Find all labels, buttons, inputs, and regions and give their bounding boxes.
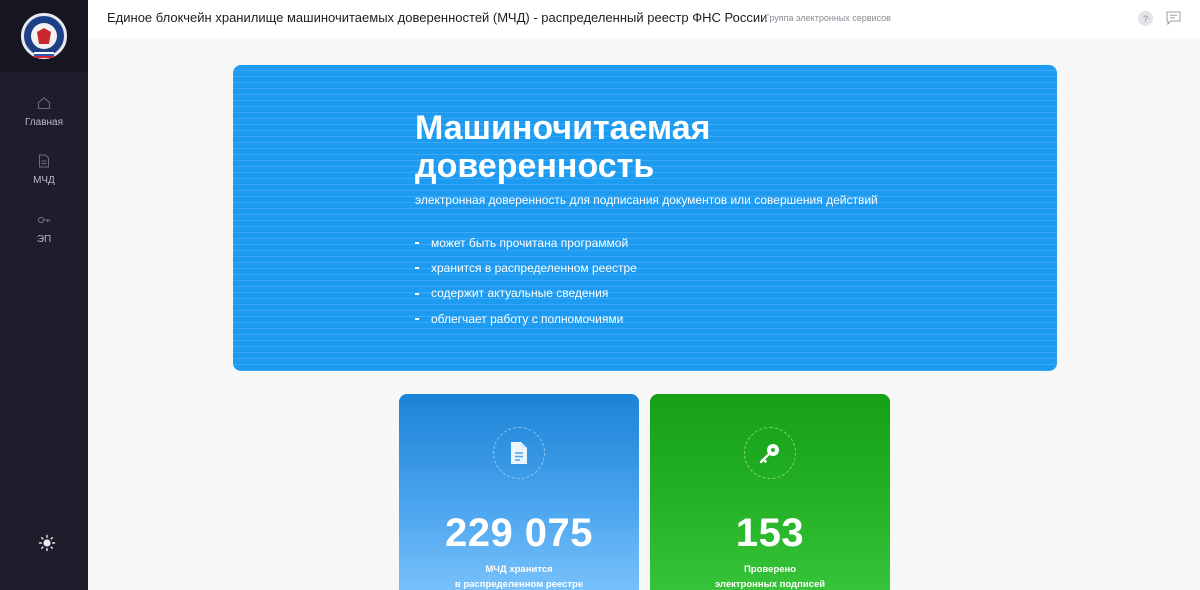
- bullet-icon: [415, 318, 419, 321]
- icon-ring: [744, 427, 796, 479]
- header: Единое блокчейн хранилище машиночитаемых…: [88, 0, 1200, 38]
- signatures-count-value: 153: [735, 511, 805, 555]
- sun-icon[interactable]: [38, 534, 56, 552]
- banner-subtitle: электронная доверенность для подписания …: [415, 193, 878, 207]
- mchd-count-value: 229 075: [444, 511, 594, 555]
- caption-line: в распределенном реестре: [454, 579, 584, 590]
- banner-features-list: может быть прочитана программой хранится…: [415, 230, 637, 331]
- list-item: облегчает работу с полномочиями: [415, 306, 637, 331]
- list-item: может быть прочитана программой: [415, 230, 637, 255]
- list-item: содержит актуальные сведения: [415, 281, 637, 306]
- caption-line: МЧД хранится: [485, 564, 553, 575]
- key-icon: [37, 216, 51, 224]
- bullet-icon: [415, 267, 419, 270]
- signatures-count-card[interactable]: 153 Проверено электронных подписей: [650, 394, 890, 590]
- document-icon: [511, 442, 527, 464]
- logo[interactable]: [0, 0, 88, 72]
- list-item: хранится в распределенном реестре: [415, 255, 637, 280]
- list-item-text: облегчает работу с полномочиями: [431, 311, 624, 326]
- list-item-text: содержит актуальные сведения: [431, 286, 609, 301]
- signatures-count-caption: Проверено электронных подписей: [650, 562, 890, 590]
- hero-banner: Машиночитаемая доверенность электронная …: [233, 65, 1057, 371]
- sidebar-item-home[interactable]: Главная: [0, 96, 88, 146]
- banner-title: Машиночитаемая доверенность: [415, 109, 711, 185]
- sidebar: Главная МЧД ЭП: [0, 0, 88, 590]
- caption-line: электронных подписей: [714, 579, 826, 590]
- sidebar-item-label: МЧД: [33, 175, 55, 186]
- help-icon[interactable]: ?: [1138, 11, 1153, 26]
- feedback-icon[interactable]: [1166, 11, 1181, 25]
- home-icon: [37, 97, 51, 110]
- sidebar-item-ep[interactable]: ЭП: [0, 213, 88, 263]
- sidebar-item-mchd[interactable]: МЧД: [0, 154, 88, 204]
- page-title: Единое блокчейн хранилище машиночитаемых…: [107, 10, 768, 25]
- list-item-text: может быть прочитана программой: [431, 235, 629, 250]
- mchd-count-card[interactable]: 229 075 МЧД хранится в распределенном ре…: [399, 394, 639, 590]
- fns-emblem-icon: [21, 13, 67, 59]
- bullet-icon: [415, 242, 419, 245]
- document-icon: [38, 154, 50, 168]
- header-subtitle-link[interactable]: Группа электронных сервисов: [765, 13, 891, 23]
- bullet-icon: [415, 292, 419, 295]
- sidebar-item-label: ЭП: [36, 234, 52, 245]
- list-item-text: хранится в распределенном реестре: [431, 260, 637, 275]
- mchd-count-caption: МЧД хранится в распределенном реестре: [399, 562, 639, 590]
- sidebar-item-label: Главная: [24, 117, 64, 128]
- icon-ring: [493, 427, 545, 479]
- key-icon: [759, 444, 779, 464]
- caption-line: Проверено: [743, 564, 797, 575]
